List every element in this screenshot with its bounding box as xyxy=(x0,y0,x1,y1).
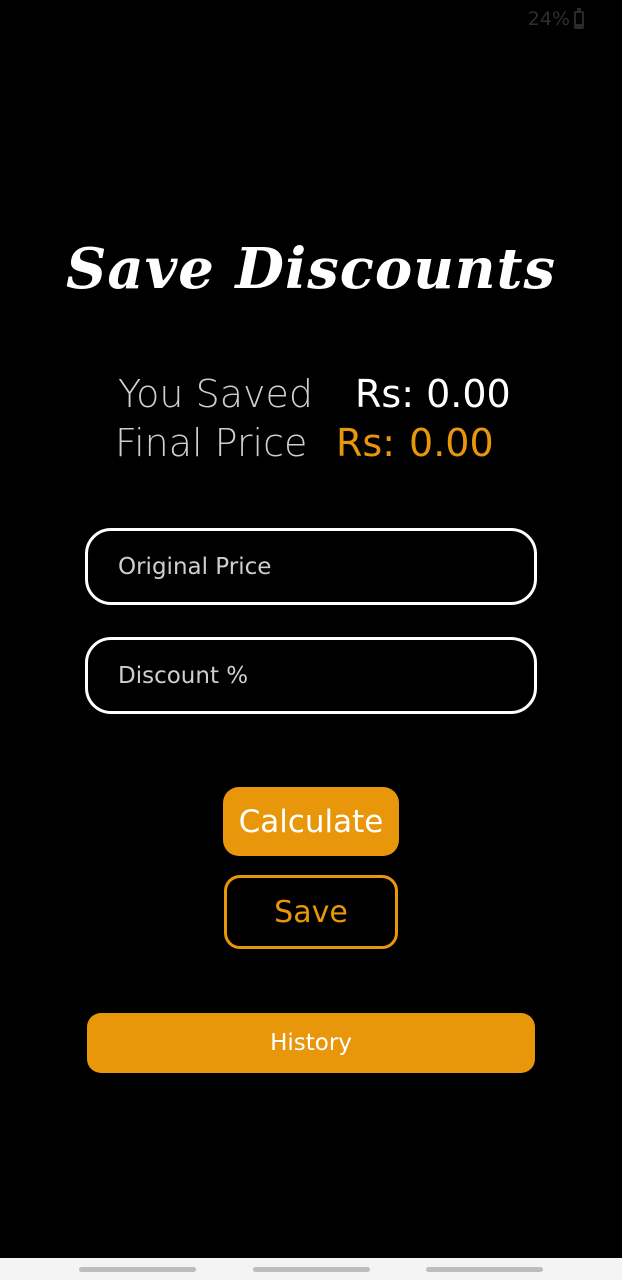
original-price-input[interactable] xyxy=(116,552,534,581)
saved-label: You Saved xyxy=(118,372,313,416)
app-screen: 24% Save Discounts You Saved Rs: 0.00 Fi… xyxy=(0,0,622,1280)
battery-percent: 24% xyxy=(527,8,570,30)
calculate-button[interactable]: Calculate xyxy=(223,787,399,856)
status-bar: 24% xyxy=(528,8,584,30)
final-price-label: Final Price xyxy=(115,421,308,465)
nav-recents-handle[interactable] xyxy=(79,1267,196,1272)
page-title: Save Discounts xyxy=(65,236,557,302)
final-amount: 0.00 xyxy=(409,421,494,465)
saved-value: Rs: 0.00 xyxy=(355,372,511,416)
final-price-value: Rs: 0.00 xyxy=(336,421,494,465)
saved-amount: 0.00 xyxy=(426,372,511,416)
save-button[interactable]: Save xyxy=(224,875,398,949)
battery-icon xyxy=(574,8,584,29)
final-currency: Rs: xyxy=(336,421,396,465)
discount-field[interactable] xyxy=(85,637,537,714)
discount-input[interactable] xyxy=(116,661,534,690)
history-button[interactable]: History xyxy=(87,1013,535,1073)
system-nav-bar xyxy=(0,1258,622,1280)
nav-back-handle[interactable] xyxy=(426,1267,543,1272)
nav-home-handle[interactable] xyxy=(253,1267,370,1272)
original-price-field[interactable] xyxy=(85,528,537,605)
saved-currency: Rs: xyxy=(355,372,415,416)
